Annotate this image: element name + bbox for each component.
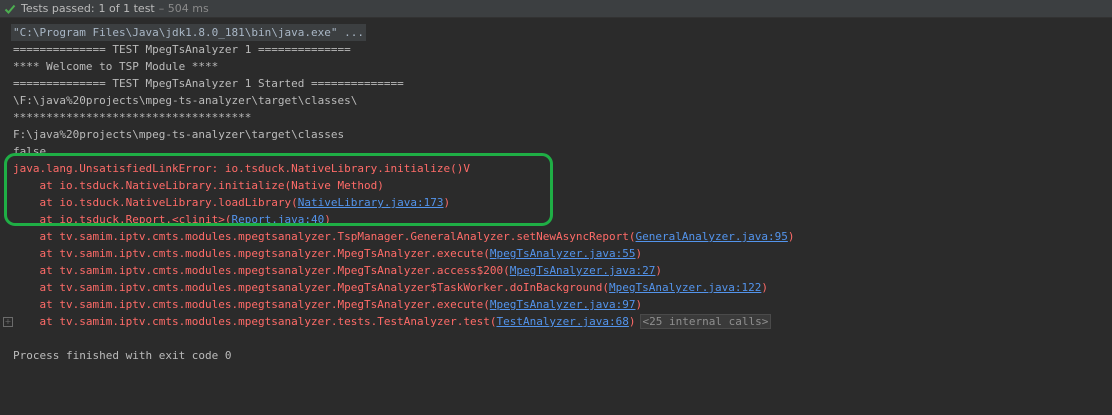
source-link[interactable]: TestAnalyzer.java:68 <box>496 315 628 328</box>
stack-frame: at tv.samim.iptv.cmts.modules.mpegtsanal… <box>13 279 768 296</box>
frame-suffix: ) <box>635 298 643 311</box>
console-output[interactable]: "C:\Program Files\Java\jdk1.8.0_181\bin\… <box>0 18 1112 415</box>
frame-text: at tv.samim.iptv.cmts.modules.mpegtsanal… <box>13 281 610 294</box>
frame-suffix: ) <box>787 230 795 243</box>
frame-text: at tv.samim.iptv.cmts.modules.mpegtsanal… <box>13 315 497 328</box>
test-status-bar: Tests passed: 1 of 1 test – 504 ms <box>0 0 1112 18</box>
source-link[interactable]: GeneralAnalyzer.java:95 <box>636 230 788 243</box>
output-line: ************************************ <box>13 111 252 124</box>
source-link[interactable]: MpegTsAnalyzer.java:27 <box>510 264 656 277</box>
stack-frame: at io.tsduck.NativeLibrary.initialize(Na… <box>13 177 384 194</box>
stack-frame: at tv.samim.iptv.cmts.modules.mpegtsanal… <box>13 313 772 330</box>
frame-text: at tv.samim.iptv.cmts.modules.mpegtsanal… <box>13 264 510 277</box>
frame-suffix: ) <box>655 264 663 277</box>
source-link[interactable]: MpegTsAnalyzer.java:55 <box>490 247 636 260</box>
frame-suffix: ) <box>628 315 636 328</box>
frame-text: at io.tsduck.NativeLibrary.initialize(Na… <box>13 179 384 192</box>
frame-text: at tv.samim.iptv.cmts.modules.mpegtsanal… <box>13 247 490 260</box>
status-label: Tests passed: <box>21 2 95 15</box>
source-link[interactable]: Report.java:40 <box>232 213 325 226</box>
source-link[interactable]: MpegTsAnalyzer.java:97 <box>490 298 636 311</box>
output-line: ============== TEST MpegTsAnalyzer 1 Sta… <box>13 77 404 90</box>
frame-suffix: ) <box>761 281 768 294</box>
frame-text: at tv.samim.iptv.cmts.modules.mpegtsanal… <box>13 298 490 311</box>
frame-suffix: ) <box>443 196 451 209</box>
frame-text: at io.tsduck.Report.<clinit>( <box>13 213 232 226</box>
stack-frame: at tv.samim.iptv.cmts.modules.mpegtsanal… <box>13 228 794 245</box>
internal-calls-fold[interactable]: <25 internal calls> <box>639 314 772 329</box>
frame-suffix: ) <box>635 247 643 260</box>
stack-frame: at io.tsduck.Report.<clinit>(Report.java… <box>13 211 331 228</box>
exit-message: Process finished with exit code 0 <box>13 349 232 362</box>
status-duration: – 504 ms <box>158 2 209 15</box>
error-message: java.lang.UnsatisfiedLinkError: io.tsduc… <box>13 162 470 175</box>
output-line: false <box>13 145 47 158</box>
status-count: 1 of 1 test <box>98 2 155 15</box>
stack-frame: at tv.samim.iptv.cmts.modules.mpegtsanal… <box>13 262 662 279</box>
source-link[interactable]: NativeLibrary.java:173 <box>298 196 444 209</box>
stack-frame: at io.tsduck.NativeLibrary.loadLibrary(N… <box>13 194 450 211</box>
check-icon <box>4 4 16 14</box>
stack-frame: at tv.samim.iptv.cmts.modules.mpegtsanal… <box>13 296 642 313</box>
output-line: **** Welcome to TSP Module **** <box>13 60 219 73</box>
output-line: F:\java%20projects\mpeg-ts-analyzer\targ… <box>13 128 345 141</box>
stack-frame: at tv.samim.iptv.cmts.modules.mpegtsanal… <box>13 245 642 262</box>
command-line[interactable]: "C:\Program Files\Java\jdk1.8.0_181\bin\… <box>11 24 366 41</box>
output-line: ============== TEST MpegTsAnalyzer 1 ===… <box>13 43 351 56</box>
output-line: \F:\java%20projects\mpeg-ts-analyzer\tar… <box>13 94 358 107</box>
frame-text: at tv.samim.iptv.cmts.modules.mpegtsanal… <box>13 230 636 243</box>
frame-suffix: ) <box>324 213 331 226</box>
source-link[interactable]: MpegTsAnalyzer.java:122 <box>609 281 761 294</box>
expand-icon[interactable]: + <box>3 317 13 327</box>
frame-text: at io.tsduck.NativeLibrary.loadLibrary( <box>13 196 298 209</box>
